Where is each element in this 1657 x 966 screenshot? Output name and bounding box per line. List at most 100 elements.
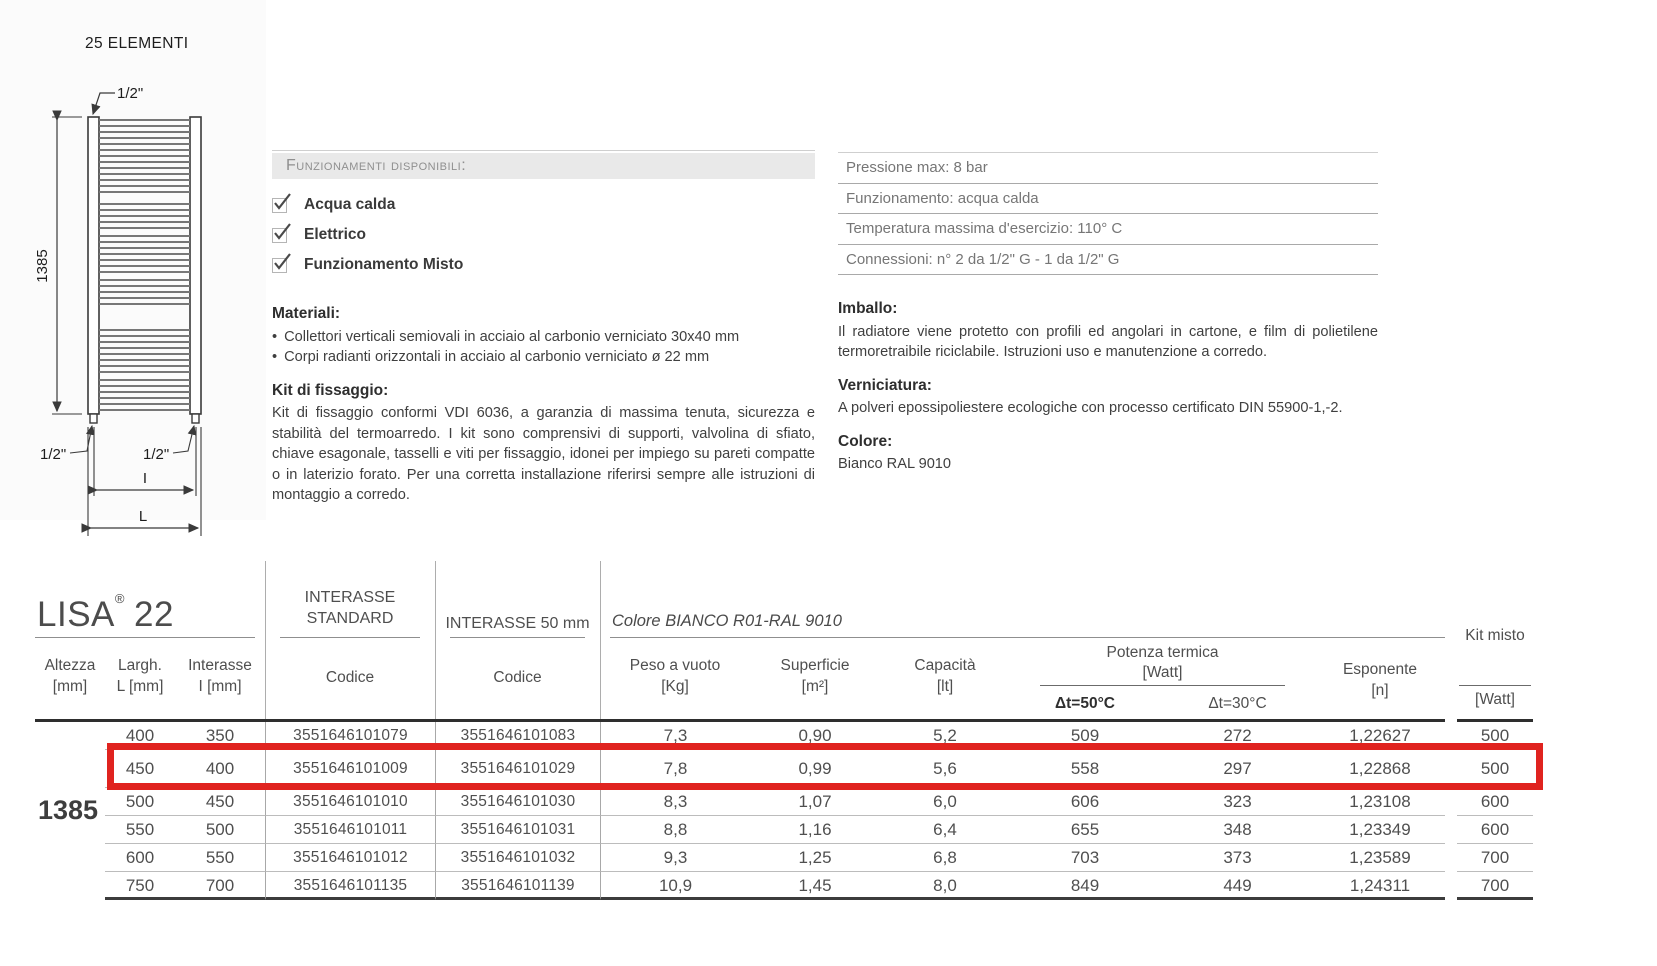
cell-gap — [1445, 816, 1457, 844]
cell-dt30: 323 — [1160, 788, 1315, 816]
col-header-potenza-termica: Potenza termica[Watt] — [1010, 643, 1315, 683]
col-header-codice-std: Codice — [265, 667, 435, 688]
col-group-interasse-50: INTERASSE 50 mm — [435, 613, 600, 634]
header-bottom-border — [35, 719, 1445, 722]
divider-line — [272, 150, 815, 151]
cell-dt30: 297 — [1160, 750, 1315, 788]
table-row: 450 400 3551646101009 3551646101029 7,8 … — [35, 750, 1580, 788]
col-header-altezza: Altezza[mm] — [35, 655, 105, 697]
cell-codice-standard: 3551646101135 — [265, 872, 435, 900]
height-dimension-label: 1385 — [34, 249, 51, 282]
cell-capacita: 8,0 — [880, 872, 1010, 900]
fixing-kit-heading: Kit di fissaggio: — [272, 381, 815, 402]
table-row: 500 450 3551646101010 3551646101030 8,3 … — [35, 788, 1580, 816]
cell-codice-50: 3551646101032 — [435, 844, 600, 872]
product-series: 22 — [134, 595, 174, 634]
spec-line: Temperatura massima d'esercizio: 110° C — [838, 214, 1378, 245]
cell-codice-50: 3551646101139 — [435, 872, 600, 900]
cell-dt50: 509 — [1010, 722, 1160, 750]
left-collector — [88, 117, 99, 414]
cell-kit-misto: 600 — [1457, 788, 1533, 816]
cell-esponente: 1,22868 — [1315, 750, 1445, 788]
cell-dt30: 348 — [1160, 816, 1315, 844]
bottom-left-leader — [70, 426, 92, 453]
cell-esponente: 1,23349 — [1315, 816, 1445, 844]
col-header-peso: Peso a vuoto[Kg] — [600, 655, 750, 697]
altezza-group-value: 1385 — [35, 795, 101, 826]
specs-list: Pressione max: 8 bar Funzionamento: acqu… — [838, 153, 1378, 275]
cell-dt30: 272 — [1160, 722, 1315, 750]
product-table: LISA®22 INTERASSE STANDARD INTERASSE 50 … — [35, 555, 1580, 920]
cell-gap — [1445, 722, 1457, 750]
packaging-text: Il radiatore viene protetto con profili … — [838, 322, 1378, 363]
larghezza-dimension-label: L — [139, 508, 147, 525]
cell-larghezza: 450 — [105, 750, 175, 788]
cell-kit-misto: 500 — [1457, 750, 1533, 788]
cell-gap — [1445, 844, 1457, 872]
cell-altezza — [35, 844, 105, 872]
checkbox-checked-icon — [272, 198, 287, 213]
table-header: LISA®22 INTERASSE STANDARD INTERASSE 50 … — [35, 555, 1580, 722]
right-stub — [192, 414, 199, 423]
col-group-colore: Colore BIANCO R01-RAL 9010 — [612, 612, 842, 631]
painting-text: A polveri epossipoliestere ecologiche co… — [838, 398, 1378, 419]
drawing-title: 25 ELEMENTI — [85, 35, 188, 53]
col-header-dt50: Δt=50°C — [1010, 692, 1160, 716]
cell-dt50: 655 — [1010, 816, 1160, 844]
col-header-superficie: Superficie[m²] — [750, 655, 880, 697]
bullet-icon: • — [272, 347, 277, 368]
cell-kit-misto: 600 — [1457, 816, 1533, 844]
header-underline — [450, 637, 585, 638]
cell-codice-standard: 3551646101010 — [265, 788, 435, 816]
col-header-interasse: InterasseI [mm] — [175, 655, 265, 697]
cell-peso: 9,3 — [600, 844, 750, 872]
cell-dt50: 849 — [1010, 872, 1160, 900]
table-rows: 400 350 3551646101079 3551646101083 7,3 … — [35, 722, 1580, 900]
radiator-drawing: 25 ELEMENTI 1/2" — [30, 20, 270, 550]
potenza-underline — [1040, 685, 1285, 686]
cell-dt30: 449 — [1160, 872, 1315, 900]
cell-codice-50: 3551646101083 — [435, 722, 600, 750]
cell-interasse: 400 — [175, 750, 265, 788]
color-block: Colore: Bianco RAL 9010 — [838, 432, 1378, 475]
fixing-kit-block: Kit di fissaggio: Kit di fissaggio confo… — [272, 381, 815, 506]
cell-altezza — [35, 750, 105, 788]
cell-codice-50: 3551646101030 — [435, 788, 600, 816]
top-connection-label: 1/2" — [117, 85, 143, 102]
color-heading: Colore: — [838, 432, 1378, 453]
cell-peso: 8,3 — [600, 788, 750, 816]
cell-larghezza: 550 — [105, 816, 175, 844]
bullet-item: • Collettori verticali semiovali in acci… — [272, 327, 815, 348]
cell-larghezza: 500 — [105, 788, 175, 816]
cell-superficie: 0,99 — [750, 750, 880, 788]
cell-interasse: 500 — [175, 816, 265, 844]
cell-peso: 7,3 — [600, 722, 750, 750]
cell-dt30: 373 — [1160, 844, 1315, 872]
cell-capacita: 5,2 — [880, 722, 1010, 750]
cell-kit-misto: 500 — [1457, 722, 1533, 750]
cell-capacita: 5,6 — [880, 750, 1010, 788]
radiant-tubes — [99, 120, 190, 410]
cell-kit-misto: 700 — [1457, 844, 1533, 872]
specs-section: Pressione max: 8 bar Funzionamento: acqu… — [838, 152, 1378, 475]
feature-label: Funzionamento Misto — [304, 256, 463, 274]
cell-codice-standard: 3551646101009 — [265, 750, 435, 788]
cell-altezza — [35, 722, 105, 750]
col-header-capacita: Capacità[lt] — [880, 655, 1010, 697]
cell-gap — [1445, 750, 1457, 788]
features-list: Acqua calda Elettrico Funzionamento Mist… — [272, 190, 815, 280]
feature-item: Funzionamento Misto — [272, 250, 815, 280]
cell-larghezza: 600 — [105, 844, 175, 872]
cell-peso: 8,8 — [600, 816, 750, 844]
cell-codice-50: 3551646101029 — [435, 750, 600, 788]
product-title: LISA®22 — [37, 591, 174, 635]
kit-misto-overline — [1459, 685, 1531, 686]
cell-interasse: 550 — [175, 844, 265, 872]
features-section: Funzionamenti disponibili: Acqua calda E… — [272, 150, 815, 506]
cell-kit-misto: 700 — [1457, 872, 1533, 900]
cell-superficie: 1,16 — [750, 816, 880, 844]
cell-altezza — [35, 872, 105, 900]
fixing-kit-text: Kit di fissaggio conformi VDI 6036, a ga… — [272, 403, 815, 506]
cell-peso: 7,8 — [600, 750, 750, 788]
cell-dt50: 606 — [1010, 788, 1160, 816]
